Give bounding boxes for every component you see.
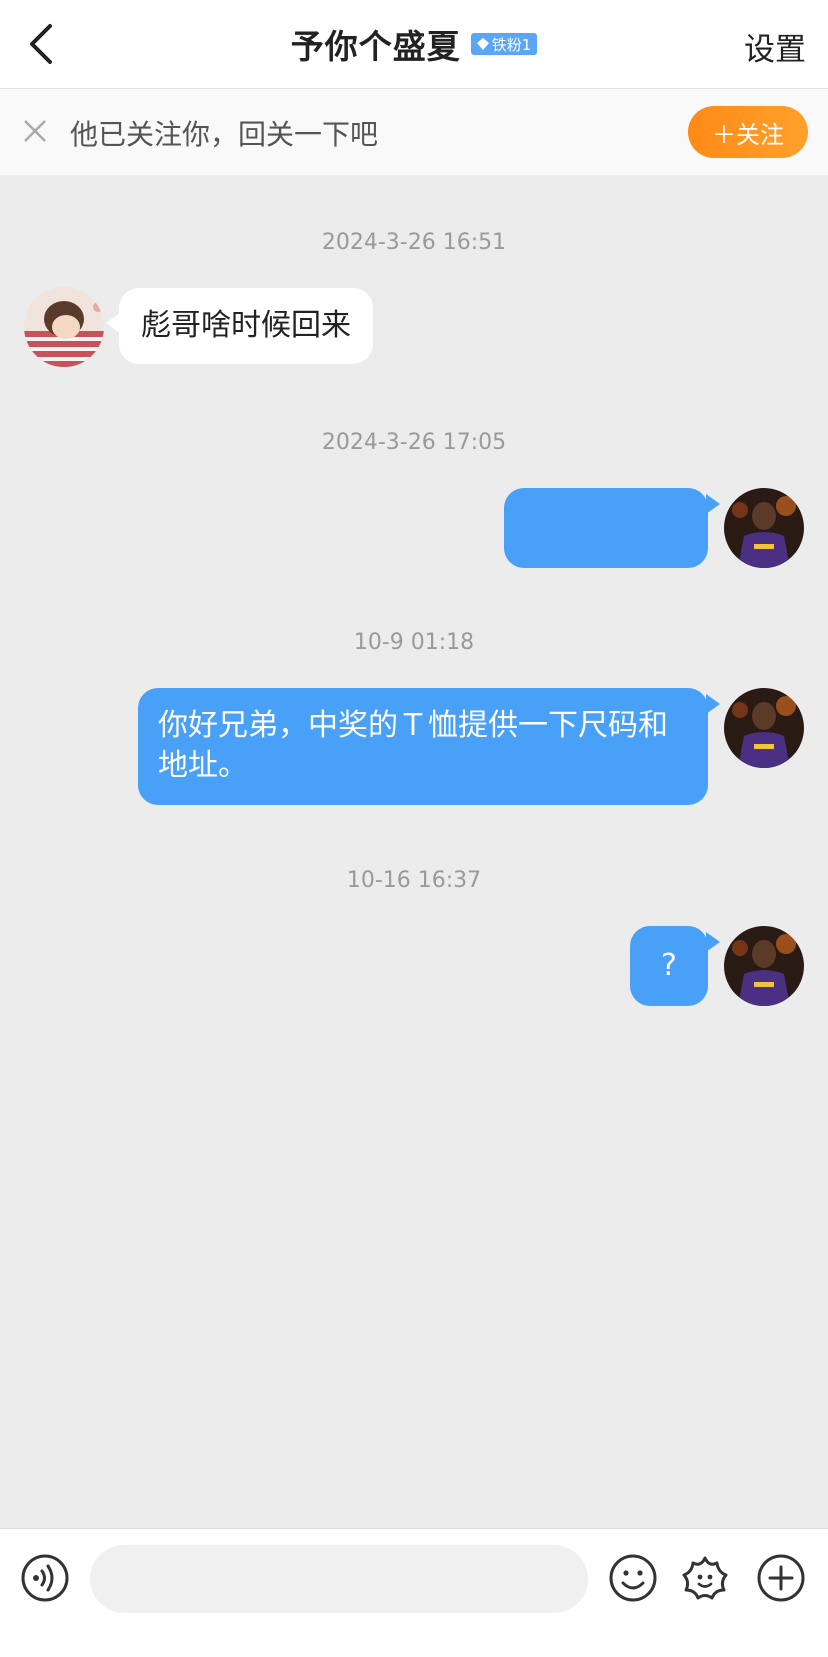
timestamp: 2024-3-26 16:51 [321,230,507,255]
message-bubble-outgoing[interactable]: ? [630,926,708,1006]
follow-button[interactable]: ＋关注 [688,106,808,158]
my-avatar[interactable] [724,926,804,1006]
my-avatar[interactable] [724,488,804,568]
back-button[interactable] [18,20,64,68]
bubble-tail [706,694,720,714]
message-input[interactable] [90,1545,588,1613]
bubble-tail [706,932,720,952]
timestamp: 2024-3-26 17:05 [321,430,507,455]
bubble-tail [706,494,720,514]
emoji-icon[interactable] [608,1553,658,1603]
plus-icon[interactable] [756,1553,806,1603]
timestamp: 10-9 01:18 [353,630,475,655]
voice-icon[interactable] [20,1553,70,1603]
message-bubble-outgoing[interactable] [504,488,708,568]
close-icon[interactable] [20,116,50,146]
chevron-left-icon [30,24,52,64]
my-avatar[interactable] [724,688,804,768]
settings-button[interactable]: 设置 [744,24,806,69]
avatar-image [724,488,804,568]
avatar-image [724,926,804,1006]
message-bubble-incoming[interactable]: 彪哥啥时候回来 [119,288,373,364]
timestamp: 10-16 16:37 [346,868,482,893]
avatar-image [24,287,104,367]
sticker-icon[interactable] [680,1553,730,1603]
bubble-tail [106,313,120,333]
follow-prompt-text: 他已关注你，回关一下吧 [70,118,379,151]
message-bubble-outgoing[interactable]: 你好兄弟，中奖的Ｔ恤提供一下尺码和地址。 [138,688,708,805]
contact-avatar[interactable] [24,287,104,367]
avatar-image [724,688,804,768]
top-bar [0,0,828,89]
